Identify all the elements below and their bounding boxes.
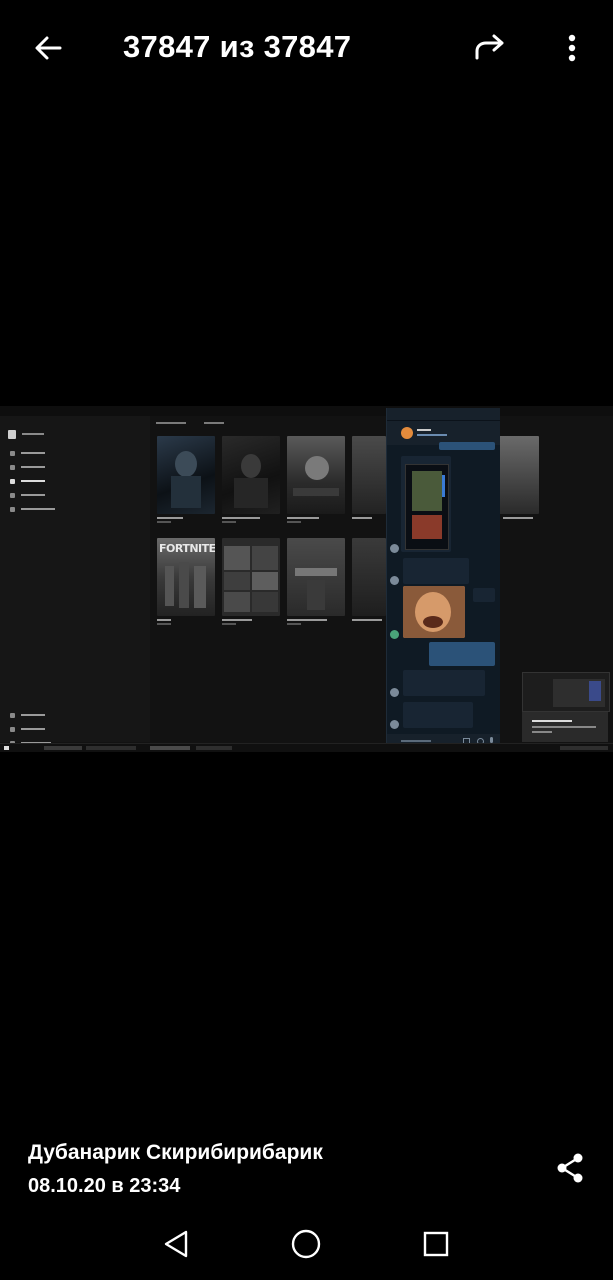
- nav-recent-apps-button[interactable]: [414, 1222, 458, 1266]
- game-tile: [499, 436, 539, 514]
- forward-arrow-icon: [475, 34, 504, 60]
- desktop-titlebar: [0, 406, 613, 416]
- nav-home-button[interactable]: [284, 1222, 328, 1266]
- telegram-window: [386, 408, 500, 748]
- circle-home-icon: [291, 1229, 321, 1259]
- viewer-top-bar: 37847 из 37847: [0, 0, 613, 96]
- game-tile: FORTNITE: [157, 538, 215, 616]
- snip-thumbnail: [522, 672, 610, 712]
- photo-counter: 37847 из 37847: [123, 29, 352, 64]
- game-tile: [222, 538, 280, 616]
- launcher-sidebar: [0, 416, 150, 746]
- game-tile: [352, 538, 386, 616]
- sent-datetime: 08.10.20 в 23:34: [28, 1175, 181, 1197]
- more-options-button[interactable]: [550, 26, 594, 70]
- game-tile: [222, 436, 280, 514]
- fortnite-logo: FORTNITE: [159, 542, 215, 555]
- more-vertical-icon: [568, 34, 576, 62]
- square-recent-icon: [423, 1231, 449, 1257]
- game-tile: [287, 436, 345, 514]
- back-button[interactable]: [26, 26, 70, 70]
- game-tile: [287, 538, 345, 616]
- arrow-left-icon: [35, 36, 62, 60]
- launcher-logo-icon: [8, 430, 16, 439]
- snip-notification: [522, 712, 608, 742]
- photo-image[interactable]: FORTNITE: [0, 406, 613, 752]
- forward-button[interactable]: [468, 26, 512, 70]
- share-button[interactable]: [548, 1146, 592, 1190]
- nav-back-button[interactable]: [154, 1222, 198, 1266]
- game-tile: [352, 436, 386, 514]
- share-icon: [557, 1153, 583, 1183]
- game-tile: [157, 436, 215, 514]
- sender-name: Дубанарик Скирибирибарик: [28, 1141, 323, 1164]
- triangle-back-icon: [164, 1230, 188, 1258]
